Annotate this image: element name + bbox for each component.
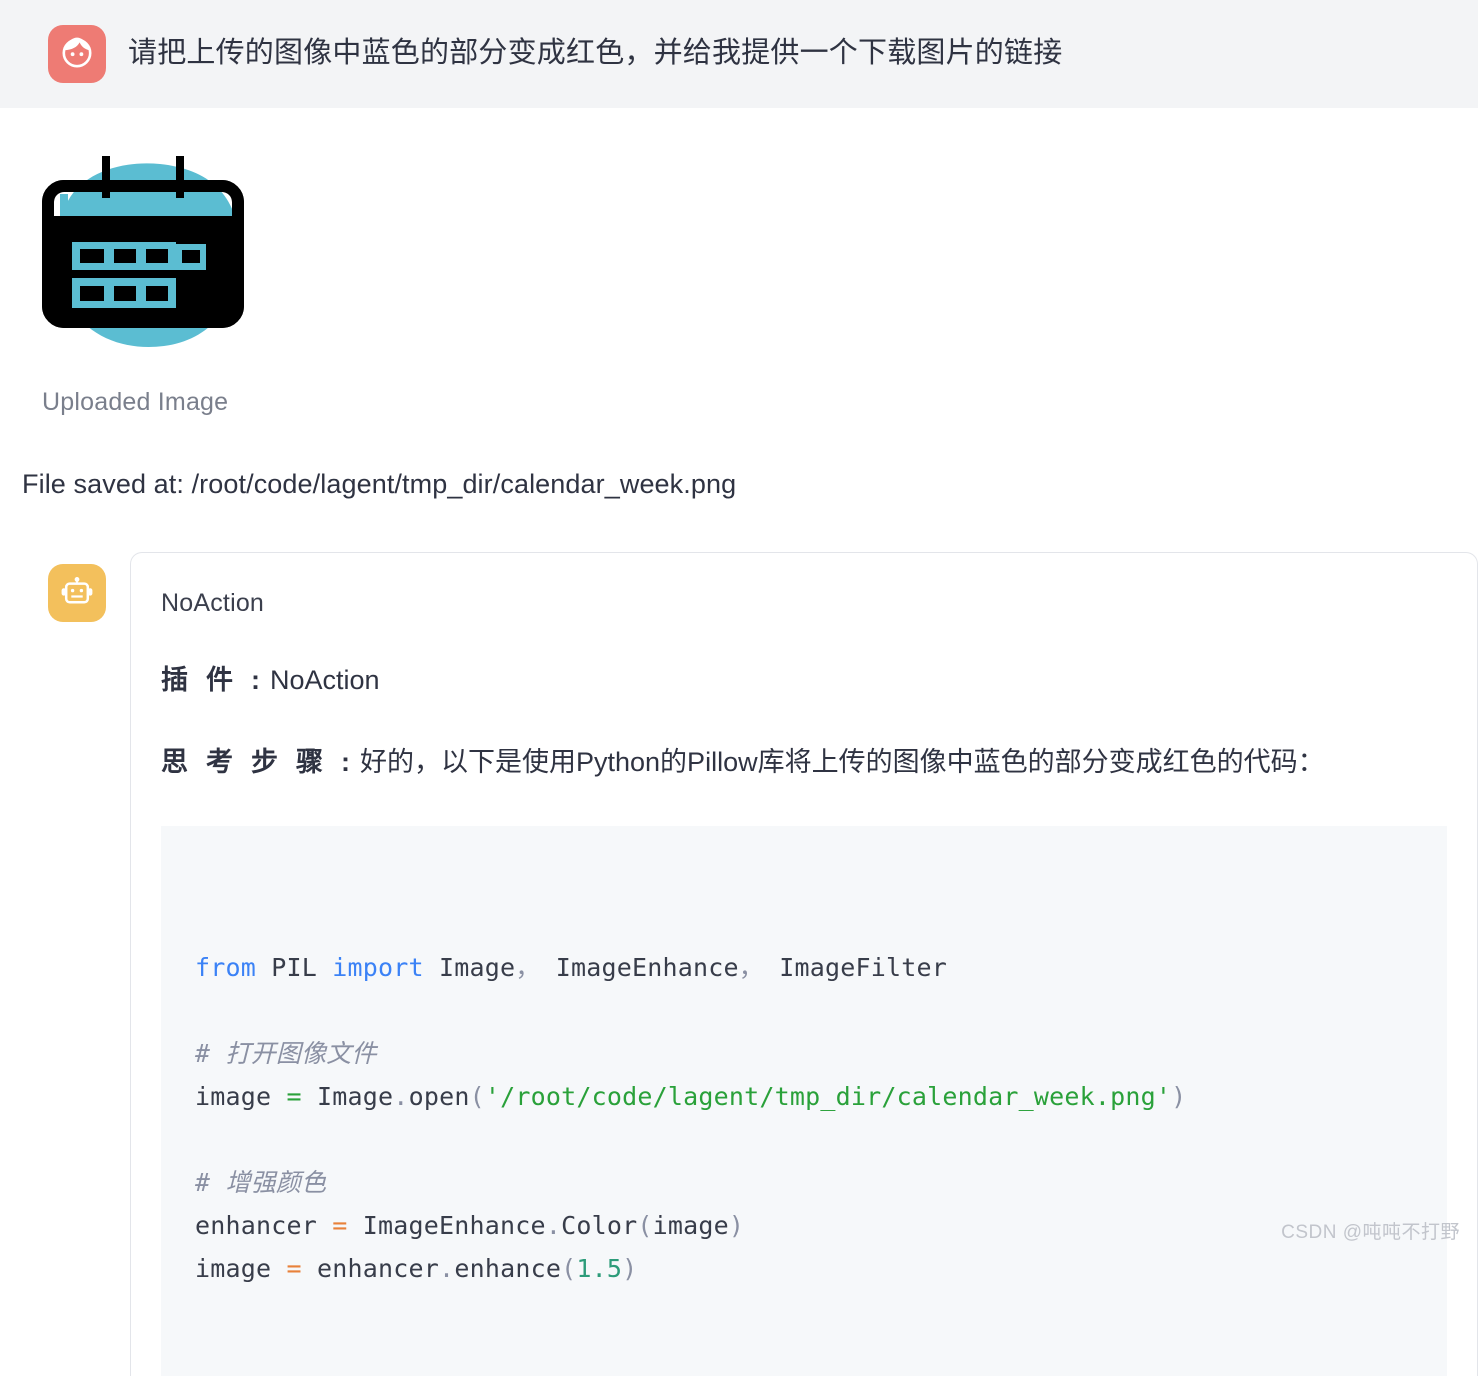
avatar: [48, 25, 106, 83]
code-token: ImageEnhance: [347, 1210, 546, 1240]
code-token: ，: [515, 952, 541, 982]
code-token: enhancer: [195, 1210, 333, 1240]
code-token: =: [332, 1210, 348, 1240]
code-token: ImageEnhance: [540, 952, 739, 982]
code-token: # 增强颜色: [195, 1167, 327, 1197]
code-token: image: [195, 1081, 287, 1111]
plugin-colon: :: [251, 665, 260, 695]
uploaded-image-thumbnail[interactable]: [42, 150, 254, 362]
code-token: '/root/code/lagent/tmp_dir/calendar_week…: [484, 1081, 1172, 1111]
plugin-value: NoAction: [270, 665, 380, 695]
code-token: .: [545, 1210, 562, 1240]
code-line: enhancer = ImageEnhance.Color(image): [195, 1204, 1447, 1247]
code-token: from: [195, 952, 272, 982]
avatar: [48, 564, 106, 622]
code-token: Image: [301, 1081, 394, 1111]
code-token: ，: [738, 952, 764, 982]
code-token: =: [286, 1081, 302, 1111]
code-token: ): [728, 1210, 745, 1240]
user-message-text: 请把上传的图像中蓝色的部分变成红色，并给我提供一个下载图片的链接: [128, 37, 1063, 70]
code-token: .: [393, 1081, 409, 1111]
thought-label: 思考步骤: [161, 746, 341, 777]
uploaded-image-caption: Uploaded Image: [42, 388, 229, 416]
plugin-label: 插件: [161, 665, 251, 695]
code-line: image = Image.open('/root/code/lagent/tm…: [195, 1075, 1447, 1118]
code-token: (: [637, 1210, 653, 1240]
code-token: image: [652, 1210, 729, 1240]
code-token: ): [1171, 1081, 1187, 1111]
code-line: # 增强颜色: [195, 1161, 1447, 1204]
thought-colon: :: [341, 746, 350, 777]
plugin-line: 插件: NoAction: [131, 662, 1477, 700]
code-token: open: [408, 1081, 470, 1111]
code-token: Color: [561, 1210, 638, 1240]
assistant-message-row: NoAction 插件: NoAction 思考步骤: 好的，以下是使用Python…: [0, 552, 1478, 1376]
code-token: # 打开图像文件: [195, 1038, 377, 1068]
code-token: import: [332, 952, 440, 982]
thought-line: 思考步骤: 好的，以下是使用Python的Pillow库将上传的图像中蓝色的部分变…: [131, 744, 1477, 782]
thought-value: 好的，以下是使用Python的Pillow库将上传的图像中蓝色的部分变成红色的代…: [360, 746, 1325, 777]
code-line: # 打开图像文件: [195, 1032, 1447, 1075]
code-token: ImageFilter: [764, 952, 948, 982]
card-title: NoAction: [161, 589, 265, 617]
user-message-row: 请把上传的图像中蓝色的部分变成红色，并给我提供一个下载图片的链接: [0, 0, 1478, 108]
code-token: PIL: [271, 952, 333, 982]
assistant-card: NoAction 插件: NoAction 思考步骤: 好的，以下是使用Python…: [130, 552, 1478, 1376]
girl-face-icon: [57, 32, 97, 77]
robot-icon: [57, 571, 97, 616]
code-token: Image: [439, 952, 516, 982]
code-line: image = enhancer.enhance(1.5): [195, 1247, 1447, 1290]
code-lines: from PIL import Image， ImageEnhance， Ima…: [195, 946, 1447, 1290]
calendar-week-icon: [42, 156, 244, 347]
uploaded-image-block: Uploaded Image: [0, 108, 1478, 417]
code-line: from PIL import Image， ImageEnhance， Ima…: [195, 946, 1447, 989]
code-block[interactable]: from PIL import Image， ImageEnhance， Ima…: [161, 825, 1447, 1376]
file-saved-path: File saved at: /root/code/lagent/tmp_dir…: [22, 469, 737, 499]
watermark: CSDN @吨吨不打野: [1281, 1222, 1460, 1243]
code-token: (: [469, 1081, 485, 1111]
